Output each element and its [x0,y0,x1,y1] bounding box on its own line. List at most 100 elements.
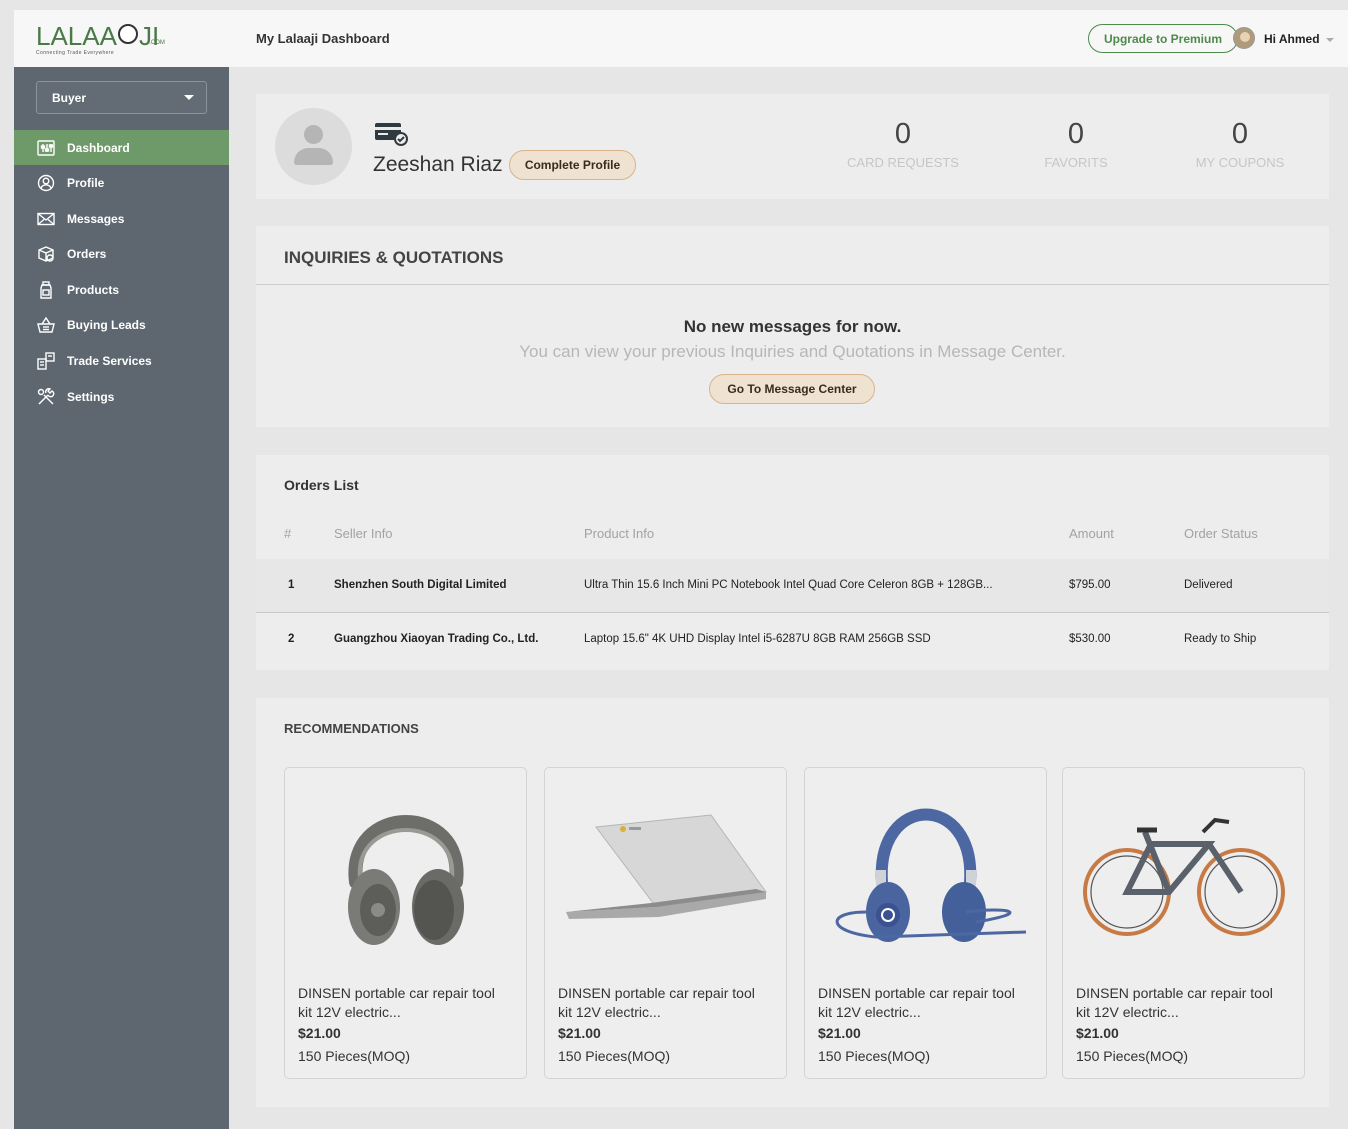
stat-my-coupons[interactable]: 0 MY COUPONS [1165,118,1315,171]
product-price: $21.00 [1076,1025,1119,1041]
logo-area[interactable]: LALAA JI .COM Connecting Trade Everywhere [14,10,229,67]
product-name[interactable]: DINSEN portable car repair tool kit 12V … [298,984,498,1022]
orders-list-card: Orders List # Seller Info Product Info A… [256,455,1329,670]
section-title: RECOMMENDATIONS [284,721,419,736]
handshake-icon [36,352,55,371]
chevron-down-icon[interactable] [1326,38,1334,42]
go-to-message-center-button[interactable]: Go To Message Center [709,374,875,404]
recommendations-card: RECOMMENDATIONS DINSEN portable car repa… [256,698,1329,1107]
avatar-body [294,148,333,165]
product-image[interactable] [546,769,786,974]
user-greeting[interactable]: Hi Ahmed [1264,32,1320,46]
sidebar-item-dashboard[interactable]: Dashboard [14,130,229,165]
divider [256,284,1329,285]
sidebar: LALAA JI .COM Connecting Trade Everywhere… [14,10,229,1129]
table-row[interactable]: 1 Shenzhen South Digital Limited Ultra T… [256,559,1329,613]
avatar[interactable] [1233,27,1255,49]
product-info[interactable]: Ultra Thin 15.6 Inch Mini PC Notebook In… [584,579,993,591]
product-card[interactable]: DINSEN portable car repair tool kit 12V … [544,767,787,1079]
stat-value: 0 [894,118,912,150]
product-info[interactable]: Laptop 15.6" 4K UHD Display Intel i5-628… [584,633,931,645]
sidebar-item-label: Orders [67,247,107,262]
empty-state-subtext: You can view your previous Inquiries and… [519,342,1066,361]
sidebar-item-messages[interactable]: Messages [14,201,229,236]
product-price: $21.00 [298,1025,341,1041]
stat-label: MY COUPONS [1195,155,1285,170]
role-select[interactable]: Buyer [36,81,207,114]
sidebar-item-buying-leads[interactable]: Buying Leads [14,308,229,343]
user-icon [36,174,55,193]
bicycle-icon [1083,817,1285,936]
product-moq: 150 Pieces(MOQ) [558,1048,671,1064]
stat-label: FAVORITS [1044,155,1108,170]
sidebar-item-label: Messages [67,211,125,226]
product-card[interactable]: DINSEN portable car repair tool kit 12V … [804,767,1047,1079]
product-price: $21.00 [558,1025,601,1041]
order-number: 1 [288,579,295,591]
order-status: Delivered [1184,579,1233,591]
sidebar-item-label: Settings [67,389,115,404]
complete-profile-button[interactable]: Complete Profile [509,150,636,180]
profile-name: Zeeshan Riaz [373,153,503,176]
product-price: $21.00 [818,1025,861,1041]
profile-avatar[interactable] [275,108,352,185]
order-number: 2 [288,633,295,645]
tools-icon [36,387,55,406]
sidebar-item-products[interactable]: Products [14,272,229,307]
sidebar-item-label: Trade Services [67,354,152,369]
stat-card-requests[interactable]: 0 CARD REQUESTS [828,118,978,171]
sidebar-item-trade-services[interactable]: Trade Services [14,344,229,379]
product-image[interactable] [806,769,1046,974]
sidebar-item-label: Buying Leads [67,318,146,333]
bottle-icon [36,280,55,299]
sidebar-item-label: Dashboard [67,140,130,155]
sidebar-item-profile[interactable]: Profile [14,166,229,201]
inquiries-card: INQUIRIES & QUOTATIONS No new messages f… [256,226,1329,427]
product-card[interactable]: DINSEN portable car repair tool kit 12V … [284,767,527,1079]
basket-icon [36,316,55,335]
profile-summary-card: Zeeshan Riaz Complete Profile 0 CARD REQ… [256,94,1329,199]
stat-label: CARD REQUESTS [847,155,959,170]
product-name[interactable]: DINSEN portable car repair tool kit 12V … [558,984,758,1022]
stat-favorites[interactable]: 0 FAVORITS [1001,118,1151,171]
sidebar-nav: Dashboard Profile Messages Orders Produc… [14,130,229,414]
table-row[interactable]: 2 Guangzhou Xiaoyan Trading Co., Ltd. La… [256,613,1329,667]
role-select-value: Buyer [52,90,87,105]
column-header-product: Product Info [584,526,655,541]
column-header-amount: Amount [1069,526,1114,541]
empty-state-heading: No new messages for now. [683,317,902,336]
dashboard-icon [36,138,55,157]
sidebar-item-settings[interactable]: Settings [14,379,229,414]
stat-value: 0 [1067,118,1085,150]
stat-value: 0 [1231,118,1249,150]
product-image[interactable] [1064,769,1304,974]
product-card[interactable]: DINSEN portable car repair tool kit 12V … [1062,767,1305,1079]
order-amount: $530.00 [1069,633,1111,645]
logo-com: .COM [149,40,165,46]
product-name[interactable]: DINSEN portable car repair tool kit 12V … [818,984,1018,1022]
laptop-icon [566,813,767,919]
column-header-status: Order Status [1184,526,1258,541]
product-moq: 150 Pieces(MOQ) [818,1048,931,1064]
brand-logo[interactable]: LALAA JI .COM Connecting Trade Everywhere [36,21,165,56]
column-header-number: # [284,526,292,541]
logo-tagline: Connecting Trade Everywhere [36,50,115,56]
top-header: My Lalaaji Dashboard Upgrade to Premium … [229,10,1348,67]
product-name[interactable]: DINSEN portable car repair tool kit 12V … [1076,984,1276,1022]
upgrade-premium-button[interactable]: Upgrade to Premium [1088,24,1238,53]
seller-name[interactable]: Guangzhou Xiaoyan Trading Co., Ltd. [334,633,538,645]
section-title: Orders List [284,477,359,493]
verified-card-icon [375,123,408,146]
headphones-icon [348,814,464,945]
order-amount: $795.00 [1069,579,1111,591]
product-image[interactable] [286,769,526,974]
logo-text: LALAA [36,21,117,51]
box-icon [36,245,55,264]
order-status: Ready to Ship [1184,633,1257,645]
envelope-icon [36,209,55,228]
product-moq: 150 Pieces(MOQ) [298,1048,411,1064]
column-header-seller: Seller Info [334,526,393,541]
seller-name[interactable]: Shenzhen South Digital Limited [334,579,507,591]
sidebar-item-orders[interactable]: Orders [14,237,229,272]
page-title: My Lalaaji Dashboard [256,31,390,46]
